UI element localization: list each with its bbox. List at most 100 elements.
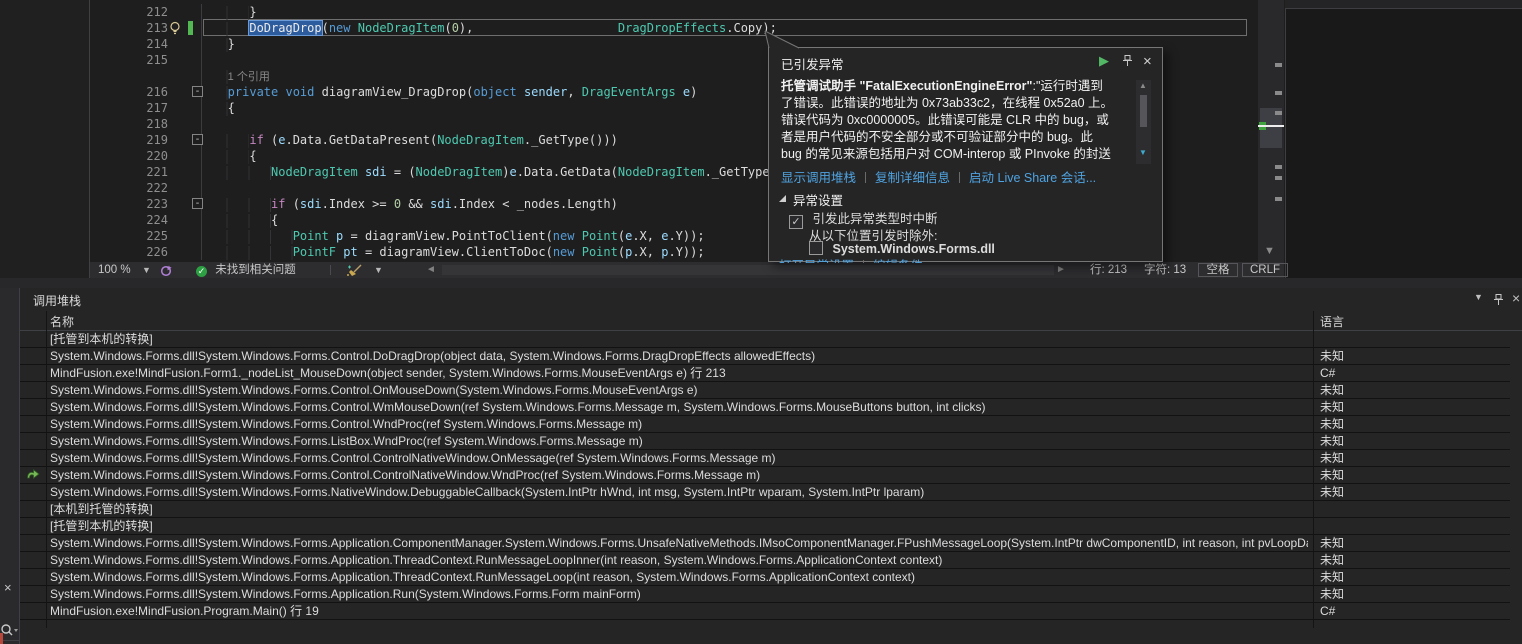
frame-language: 未知 [1320,450,1500,466]
pin-icon[interactable] [1122,54,1133,70]
frame-gutter [20,433,46,449]
cleanup-dropdown-icon[interactable]: ▼ [374,262,383,278]
vs-debug-window: 212}213DoDragDrop(new NodeDragItem(0), D… [0,0,1522,644]
error-annotation-mark [0,633,3,644]
hscroll-left-arrow-icon[interactable]: ◄ [426,262,436,278]
code-text: { [206,100,235,116]
stack-frame-row[interactable]: System.Windows.Forms.dll!System.Windows.… [20,416,1510,433]
stack-frame-row[interactable]: System.Windows.Forms.dll!System.Windows.… [20,552,1510,569]
line-number: 225 [136,228,168,244]
frame-name: System.Windows.Forms.dll!System.Windows.… [50,416,1308,432]
column-header-language[interactable]: 语言 [1320,313,1344,330]
caret-column-indicator[interactable]: 字符: 13 [1144,262,1186,278]
frame-name: System.Windows.Forms.dll!System.Windows.… [50,569,1308,585]
frame-language: 未知 [1320,586,1500,602]
code-line[interactable]: 212} [90,4,1258,20]
expander-triangle-icon[interactable] [779,195,786,202]
stack-frame-row[interactable]: System.Windows.Forms.dll!System.Windows.… [20,399,1510,416]
zoom-dropdown-icon[interactable]: ▼ [142,262,151,278]
hscroll-right-arrow-icon[interactable]: ► [1056,262,1066,278]
line-number: 215 [136,52,168,68]
code-text: { [206,148,257,164]
scroll-down-arrow-icon[interactable]: ▼ [1264,245,1275,257]
frame-language: 未知 [1320,535,1500,551]
collapse-region-box[interactable]: - [192,134,203,145]
zoom-control[interactable]: 100 % [98,262,131,278]
link-separator [865,172,866,183]
frame-gutter [20,365,46,381]
stack-frame-row[interactable]: System.Windows.Forms.dll!System.Windows.… [20,484,1510,501]
checkbox-checked-icon[interactable]: ✓ [789,215,803,229]
close-icon[interactable]: × [1512,290,1520,306]
stack-frame-row[interactable]: System.Windows.Forms.dll!System.Windows.… [20,569,1510,586]
scroll-up-arrow-icon[interactable]: ▲ [1139,81,1147,90]
scrollbar-caret-line [1258,125,1284,127]
exception-helper-popup: 已引发异常 ▶ × 托管调试助手 "FatalExecutionEngineEr… [768,47,1163,262]
frame-gutter [20,501,46,517]
close-icon[interactable]: × [4,580,12,595]
pin-icon[interactable] [1493,293,1504,309]
stack-frame-row[interactable]: System.Windows.Forms.dll!System.Windows.… [20,382,1510,399]
module-checkbox-row[interactable]: System.Windows.Forms.dll [809,241,995,256]
line-number: 220 [136,148,168,164]
stack-frame-row[interactable]: System.Windows.Forms.dll!System.Windows.… [20,467,1510,484]
call-stack-panel: 调用堆栈 ▼ × 名称 语言 [托管到本机的转换]System.Windows.… [20,288,1522,644]
line-number: 226 [136,244,168,260]
frame-language: C# [1320,365,1500,381]
frame-gutter [20,586,46,602]
scroll-down-arrow-icon[interactable]: ▼ [1139,148,1147,157]
checkbox-unchecked-icon[interactable] [809,241,823,255]
eol-toggle-button[interactable]: CRLF [1242,263,1288,277]
popup-link[interactable]: 复制详细信息 [875,171,950,185]
caret-line-indicator[interactable]: 行: 213 [1090,262,1127,278]
code-text: if (e.Data.GetDataPresent(NodeDragItem._… [206,132,618,148]
collapse-region-box[interactable]: - [192,86,203,97]
frame-name: System.Windows.Forms.dll!System.Windows.… [50,450,1308,466]
popup-link[interactable]: 打开异常设置 [779,259,854,263]
popup-link[interactable]: 编辑条件 [873,259,923,263]
close-icon[interactable]: × [1143,53,1152,70]
frame-gutter [20,399,46,415]
horizontal-scrollbar[interactable] [442,265,1054,275]
code-text: if (sdi.Index >= 0 && sdi.Index < _nodes… [206,196,618,212]
stack-frame-row[interactable]: System.Windows.Forms.dll!System.Windows.… [20,433,1510,450]
line-number: 222 [136,180,168,196]
exception-settings-header[interactable]: 异常设置 [793,190,843,209]
health-indicator[interactable]: ✓ 未找到相关问题 [196,262,296,278]
right-panel-top-strip [1285,0,1522,8]
stack-frame-row[interactable]: System.Windows.Forms.dll!System.Windows.… [20,450,1510,467]
continue-play-icon[interactable]: ▶ [1099,53,1109,69]
line-number: 223 [136,196,168,212]
frame-language: C# [1320,603,1500,619]
spaces-toggle-button[interactable]: 空格 [1198,263,1238,277]
popup-callout-pointer [761,31,803,49]
frame-name: [本机到托管的转换] [50,501,1308,517]
code-line[interactable]: 213DoDragDrop(new NodeDragItem(0), DragD… [90,20,1258,36]
frame-language: 未知 [1320,382,1500,398]
popup-link[interactable]: 启动 Live Share 会话... [969,171,1096,185]
stack-frame-row[interactable]: [托管到本机的转换] [20,331,1510,348]
stack-frame-row[interactable]: System.Windows.Forms.dll!System.Windows.… [20,348,1510,365]
popup-link[interactable]: 显示调用堆栈 [781,171,856,185]
window-menu-dropdown-icon[interactable]: ▼ [1474,292,1483,302]
popup-footer-links-clipped[interactable]: 打开异常设置 编辑条件 [779,255,923,263]
stack-frame-row[interactable]: [本机到托管的转换] [20,501,1510,518]
frame-gutter [20,603,46,619]
check-circle-icon: ✓ [196,266,207,277]
stack-frame-row[interactable]: System.Windows.Forms.dll!System.Windows.… [20,586,1510,603]
right-empty-panel [1285,8,1522,278]
frame-gutter [20,348,46,364]
collapse-region-box[interactable]: - [192,198,203,209]
column-header-name[interactable]: 名称 [50,313,74,330]
stack-frame-row[interactable]: System.Windows.Forms.dll!System.Windows.… [20,535,1510,552]
code-text: } [206,4,257,20]
popup-scrollbar[interactable]: ▲ ▼ [1136,80,1151,164]
frame-language: 未知 [1320,416,1500,432]
editor-vertical-scrollbar[interactable]: ▼ [1258,0,1284,262]
scrollbar-thumb[interactable] [1140,95,1147,127]
line-number: 221 [136,164,168,180]
stack-frame-row[interactable]: MindFusion.exe!MindFusion.Form1._nodeLis… [20,365,1510,382]
window-gap-band [0,278,1522,288]
stack-frame-row[interactable]: MindFusion.exe!MindFusion.Program.Main()… [20,603,1510,620]
stack-frame-row[interactable]: [托管到本机的转换] [20,518,1510,535]
